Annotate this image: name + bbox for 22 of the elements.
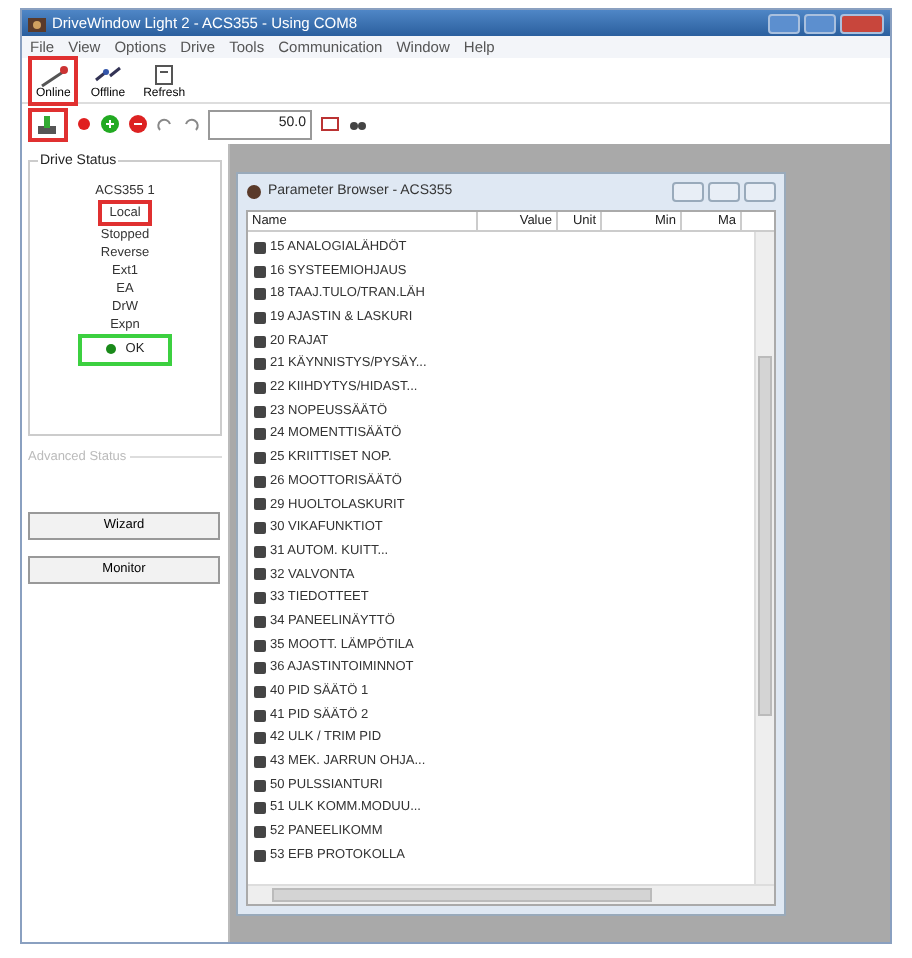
connect-button[interactable] (28, 107, 68, 141)
undo-icon[interactable] (182, 115, 200, 133)
redo-icon[interactable] (156, 115, 174, 133)
stop-icon[interactable] (128, 114, 148, 134)
maximize-button[interactable] (804, 13, 836, 33)
minimize-button[interactable] (672, 182, 704, 202)
horizontal-scrollbar[interactable] (248, 884, 774, 904)
scroll-thumb[interactable] (758, 356, 772, 716)
plug-icon (36, 113, 60, 135)
app-icon (246, 184, 262, 200)
plugs-icon (91, 61, 124, 87)
maximize-button[interactable] (708, 182, 740, 202)
plug-icon (37, 61, 70, 87)
monitor-icon[interactable] (320, 114, 340, 134)
scroll-thumb[interactable] (272, 888, 652, 902)
app-icon (28, 15, 46, 31)
vertical-scrollbar[interactable] (754, 232, 774, 884)
start-icon[interactable] (100, 114, 120, 134)
close-button[interactable] (840, 13, 884, 33)
close-button[interactable] (744, 182, 776, 202)
minimize-button[interactable] (768, 13, 800, 33)
record-icon[interactable] (76, 116, 92, 132)
